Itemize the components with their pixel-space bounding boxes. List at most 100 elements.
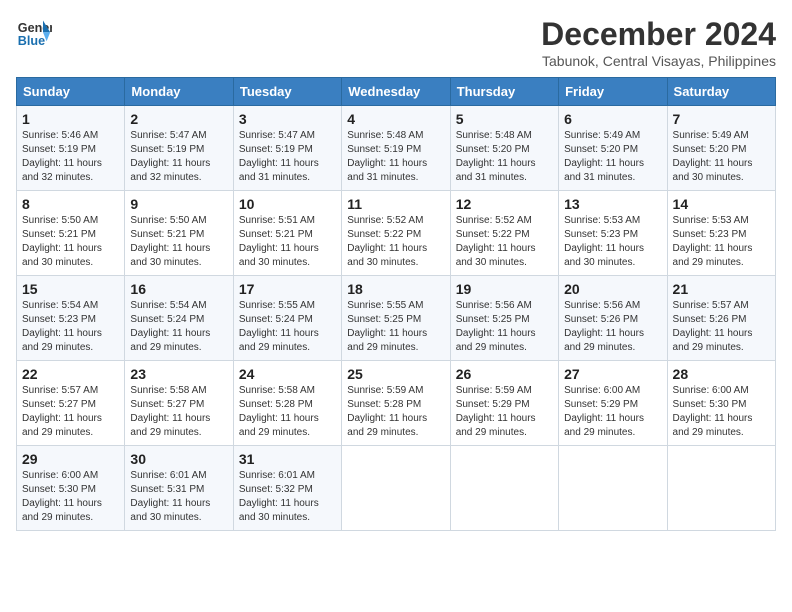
day-info: Sunrise: 5:52 AM Sunset: 5:22 PM Dayligh… (347, 214, 444, 270)
day-info: Sunrise: 5:53 AM Sunset: 5:23 PM Dayligh… (564, 214, 661, 270)
weekday-header-thursday: Thursday (450, 78, 558, 106)
day-number: 29 (22, 451, 119, 467)
logo: General Blue (16, 16, 52, 52)
day-info: Sunrise: 5:55 AM Sunset: 5:25 PM Dayligh… (347, 299, 444, 355)
calendar-cell: 27 Sunrise: 6:00 AM Sunset: 5:29 PM Dayli… (559, 361, 667, 446)
calendar-cell: 12 Sunrise: 5:52 AM Sunset: 5:22 PM Dayli… (450, 191, 558, 276)
day-number: 31 (239, 451, 336, 467)
calendar-cell: 19 Sunrise: 5:56 AM Sunset: 5:25 PM Dayli… (450, 276, 558, 361)
day-info: Sunrise: 5:52 AM Sunset: 5:22 PM Dayligh… (456, 214, 553, 270)
day-number: 13 (564, 196, 661, 212)
calendar-cell: 14 Sunrise: 5:53 AM Sunset: 5:23 PM Dayli… (667, 191, 775, 276)
day-number: 27 (564, 366, 661, 382)
weekday-header-monday: Monday (125, 78, 233, 106)
day-number: 8 (22, 196, 119, 212)
month-title: December 2024 (541, 16, 776, 53)
day-info: Sunrise: 5:54 AM Sunset: 5:23 PM Dayligh… (22, 299, 119, 355)
calendar-cell: 24Sunrise: 5:58 AM Sunset: 5:28 PM Dayli… (233, 361, 341, 446)
day-number: 25 (347, 366, 444, 382)
weekday-header-tuesday: Tuesday (233, 78, 341, 106)
calendar-cell: 20Sunrise: 5:56 AM Sunset: 5:26 PM Dayli… (559, 276, 667, 361)
calendar-cell: 15 Sunrise: 5:54 AM Sunset: 5:23 PM Dayli… (17, 276, 125, 361)
calendar-cell: 17 Sunrise: 5:55 AM Sunset: 5:24 PM Dayli… (233, 276, 341, 361)
weekday-header-wednesday: Wednesday (342, 78, 450, 106)
calendar-cell (342, 446, 450, 531)
calendar-cell (559, 446, 667, 531)
day-number: 23 (130, 366, 227, 382)
day-number: 7 (673, 111, 770, 127)
day-info: Sunrise: 5:57 AM Sunset: 5:27 PM Dayligh… (22, 384, 119, 440)
calendar-cell: 23 Sunrise: 5:58 AM Sunset: 5:27 PM Dayli… (125, 361, 233, 446)
calendar-body: 1 Sunrise: 5:46 AM Sunset: 5:19 PM Daylig… (17, 106, 776, 531)
calendar-cell (450, 446, 558, 531)
day-number: 30 (130, 451, 227, 467)
day-info: Sunrise: 5:56 AM Sunset: 5:26 PM Dayligh… (564, 299, 661, 355)
calendar-cell: 6Sunrise: 5:49 AM Sunset: 5:20 PM Daylig… (559, 106, 667, 191)
calendar-week-row: 29 Sunrise: 6:00 AM Sunset: 5:30 PM Dayli… (17, 446, 776, 531)
day-number: 19 (456, 281, 553, 297)
day-number: 3 (239, 111, 336, 127)
calendar-cell: 28Sunrise: 6:00 AM Sunset: 5:30 PM Dayli… (667, 361, 775, 446)
calendar-cell: 4 Sunrise: 5:48 AM Sunset: 5:19 PM Daylig… (342, 106, 450, 191)
calendar-cell: 9 Sunrise: 5:50 AM Sunset: 5:21 PM Daylig… (125, 191, 233, 276)
title-area: December 2024 Tabunok, Central Visayas, … (541, 16, 776, 69)
calendar-cell: 30 Sunrise: 6:01 AM Sunset: 5:31 PM Dayli… (125, 446, 233, 531)
calendar-week-row: 22Sunrise: 5:57 AM Sunset: 5:27 PM Dayli… (17, 361, 776, 446)
day-info: Sunrise: 5:50 AM Sunset: 5:21 PM Dayligh… (22, 214, 119, 270)
calendar-cell: 16Sunrise: 5:54 AM Sunset: 5:24 PM Dayli… (125, 276, 233, 361)
svg-text:Blue: Blue (18, 34, 45, 48)
day-number: 26 (456, 366, 553, 382)
day-info: Sunrise: 5:47 AM Sunset: 5:19 PM Dayligh… (130, 129, 227, 185)
calendar-week-row: 8 Sunrise: 5:50 AM Sunset: 5:21 PM Daylig… (17, 191, 776, 276)
day-info: Sunrise: 5:48 AM Sunset: 5:19 PM Dayligh… (347, 129, 444, 185)
calendar-cell: 18Sunrise: 5:55 AM Sunset: 5:25 PM Dayli… (342, 276, 450, 361)
day-number: 14 (673, 196, 770, 212)
calendar-cell: 26 Sunrise: 5:59 AM Sunset: 5:29 PM Dayli… (450, 361, 558, 446)
day-info: Sunrise: 5:55 AM Sunset: 5:24 PM Dayligh… (239, 299, 336, 355)
logo-icon: General Blue (16, 16, 52, 52)
day-info: Sunrise: 5:58 AM Sunset: 5:27 PM Dayligh… (130, 384, 227, 440)
day-info: Sunrise: 5:53 AM Sunset: 5:23 PM Dayligh… (673, 214, 770, 270)
calendar-cell: 11 Sunrise: 5:52 AM Sunset: 5:22 PM Dayli… (342, 191, 450, 276)
day-info: Sunrise: 5:46 AM Sunset: 5:19 PM Dayligh… (22, 129, 119, 185)
location-title: Tabunok, Central Visayas, Philippines (541, 53, 776, 69)
day-info: Sunrise: 5:51 AM Sunset: 5:21 PM Dayligh… (239, 214, 336, 270)
day-info: Sunrise: 5:50 AM Sunset: 5:21 PM Dayligh… (130, 214, 227, 270)
calendar-cell: 21 Sunrise: 5:57 AM Sunset: 5:26 PM Dayli… (667, 276, 775, 361)
day-number: 10 (239, 196, 336, 212)
day-info: Sunrise: 5:58 AM Sunset: 5:28 PM Dayligh… (239, 384, 336, 440)
day-info: Sunrise: 6:01 AM Sunset: 5:32 PM Dayligh… (239, 469, 336, 525)
day-info: Sunrise: 5:56 AM Sunset: 5:25 PM Dayligh… (456, 299, 553, 355)
day-info: Sunrise: 5:59 AM Sunset: 5:29 PM Dayligh… (456, 384, 553, 440)
header: General Blue December 2024 Tabunok, Cent… (16, 16, 776, 69)
calendar-cell: 1 Sunrise: 5:46 AM Sunset: 5:19 PM Daylig… (17, 106, 125, 191)
day-number: 12 (456, 196, 553, 212)
calendar-cell: 22Sunrise: 5:57 AM Sunset: 5:27 PM Dayli… (17, 361, 125, 446)
calendar-week-row: 1 Sunrise: 5:46 AM Sunset: 5:19 PM Daylig… (17, 106, 776, 191)
day-info: Sunrise: 5:54 AM Sunset: 5:24 PM Dayligh… (130, 299, 227, 355)
day-info: Sunrise: 6:00 AM Sunset: 5:29 PM Dayligh… (564, 384, 661, 440)
day-number: 4 (347, 111, 444, 127)
day-number: 28 (673, 366, 770, 382)
day-info: Sunrise: 5:49 AM Sunset: 5:20 PM Dayligh… (673, 129, 770, 185)
day-info: Sunrise: 6:00 AM Sunset: 5:30 PM Dayligh… (22, 469, 119, 525)
weekday-header-saturday: Saturday (667, 78, 775, 106)
calendar-cell: 8 Sunrise: 5:50 AM Sunset: 5:21 PM Daylig… (17, 191, 125, 276)
day-number: 21 (673, 281, 770, 297)
day-number: 15 (22, 281, 119, 297)
calendar-week-row: 15 Sunrise: 5:54 AM Sunset: 5:23 PM Dayli… (17, 276, 776, 361)
weekday-header-sunday: Sunday (17, 78, 125, 106)
day-info: Sunrise: 5:49 AM Sunset: 5:20 PM Dayligh… (564, 129, 661, 185)
calendar-cell: 31 Sunrise: 6:01 AM Sunset: 5:32 PM Dayli… (233, 446, 341, 531)
day-number: 11 (347, 196, 444, 212)
day-info: Sunrise: 5:57 AM Sunset: 5:26 PM Dayligh… (673, 299, 770, 355)
weekday-header-friday: Friday (559, 78, 667, 106)
calendar-cell (667, 446, 775, 531)
calendar-cell: 25Sunrise: 5:59 AM Sunset: 5:28 PM Dayli… (342, 361, 450, 446)
calendar-cell: 7 Sunrise: 5:49 AM Sunset: 5:20 PM Daylig… (667, 106, 775, 191)
day-info: Sunrise: 6:01 AM Sunset: 5:31 PM Dayligh… (130, 469, 227, 525)
day-info: Sunrise: 5:48 AM Sunset: 5:20 PM Dayligh… (456, 129, 553, 185)
day-number: 9 (130, 196, 227, 212)
day-number: 1 (22, 111, 119, 127)
day-number: 17 (239, 281, 336, 297)
